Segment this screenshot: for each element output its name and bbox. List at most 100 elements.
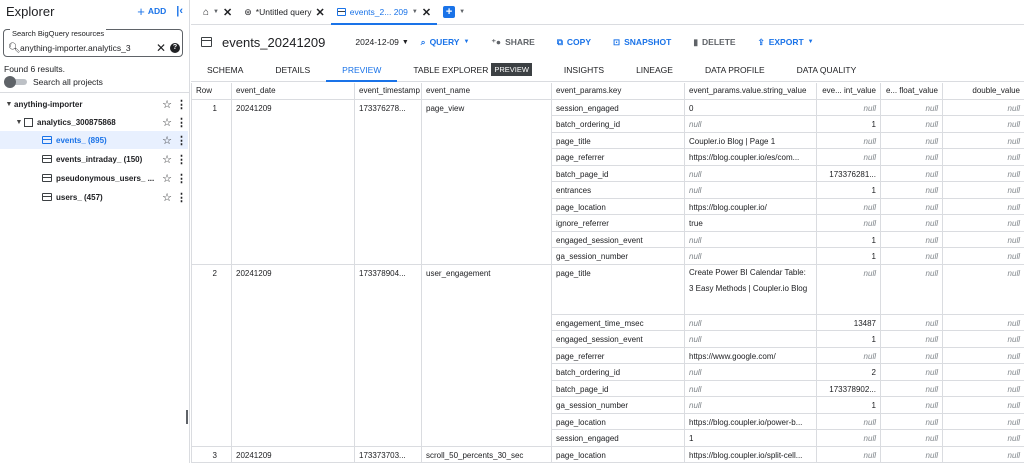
column-header[interactable]: event_params.value.string_value xyxy=(684,83,817,100)
param-string-cell[interactable]: https://blog.coupler.io/ xyxy=(684,197,817,215)
event-timestamp-cell-continuation[interactable] xyxy=(354,413,422,430)
star-icon[interactable]: ☆ xyxy=(160,191,174,204)
event-timestamp-cell-continuation[interactable] xyxy=(354,429,422,447)
table-row[interactable]: entrances null 1 null null xyxy=(191,181,1024,199)
row-number[interactable]: 3 xyxy=(191,445,232,463)
tab-data-profile[interactable]: DATA PROFILE xyxy=(689,58,781,81)
param-double-cell[interactable]: null xyxy=(942,363,1024,381)
param-double-cell[interactable]: null xyxy=(942,197,1024,215)
param-key-cell[interactable]: ignore_referrer xyxy=(551,214,685,232)
param-key-cell[interactable]: batch_page_id xyxy=(551,379,685,397)
tab-home[interactable]: ⌂ ▼ ✕ xyxy=(197,0,238,24)
copy-button[interactable]: ⧉ COPY xyxy=(557,37,591,48)
tree-item[interactable]: events_intraday_ (150) ☆ ⋮ xyxy=(0,150,188,168)
param-float-cell[interactable]: null xyxy=(880,412,943,430)
event-timestamp-cell-continuation[interactable] xyxy=(354,148,422,165)
event-timestamp-cell-continuation[interactable] xyxy=(354,214,422,231)
tree-item[interactable]: ▼ analytics_300875868 ☆ ⋮ xyxy=(0,113,188,131)
param-key-cell[interactable]: batch_ordering_id xyxy=(551,363,685,381)
search-field[interactable]: Search BigQuery resources 🔍︎ anything-im… xyxy=(3,29,183,57)
clear-icon[interactable]: ✕ xyxy=(156,41,166,55)
event-date-cell-continuation[interactable] xyxy=(231,214,355,231)
param-string-cell[interactable]: true xyxy=(684,214,817,232)
param-string-cell[interactable]: null xyxy=(684,363,817,381)
event-name-cell-continuation[interactable] xyxy=(421,396,552,413)
param-string-cell[interactable]: null xyxy=(684,330,817,348)
delete-button[interactable]: ▮ DELETE xyxy=(693,37,735,48)
row-number-continuation[interactable] xyxy=(191,413,232,430)
param-string-cell[interactable]: https://www.google.com/ xyxy=(684,346,817,364)
event-name-cell[interactable]: scroll_50_percents_30_sec xyxy=(421,445,552,463)
param-string-cell[interactable]: null xyxy=(684,379,817,397)
row-number-continuation[interactable] xyxy=(191,214,232,231)
param-double-cell[interactable]: null xyxy=(942,346,1024,364)
table-row[interactable]: batch_page_id null 173378902... null null xyxy=(191,379,1024,397)
param-float-cell[interactable]: null xyxy=(880,115,943,133)
event-name-cell[interactable]: user_engagement xyxy=(421,263,552,314)
event-name-cell[interactable]: page_view xyxy=(421,98,552,116)
event-date-cell-continuation[interactable] xyxy=(231,198,355,215)
param-int-cell[interactable]: null xyxy=(816,131,881,149)
table-row[interactable]: page_location https://blog.coupler.io/pow… xyxy=(191,412,1024,430)
param-float-cell[interactable]: null xyxy=(880,131,943,149)
param-string-cell[interactable]: 1 xyxy=(684,429,817,447)
column-header[interactable]: Row xyxy=(191,83,232,100)
tab-events-table[interactable]: events_2... 209 ▼ ✕ xyxy=(330,0,438,25)
param-int-cell[interactable]: null xyxy=(816,412,881,430)
event-date-cell-continuation[interactable] xyxy=(231,314,355,331)
event-timestamp-cell[interactable]: 173378904... xyxy=(354,263,422,314)
more-options-icon[interactable]: ⋮ xyxy=(174,116,188,129)
param-int-cell[interactable]: 1 xyxy=(816,230,881,248)
column-header[interactable]: e... float_value xyxy=(880,83,943,100)
event-timestamp-cell-continuation[interactable] xyxy=(354,115,422,132)
param-double-cell[interactable]: null xyxy=(942,181,1024,199)
event-name-cell-continuation[interactable] xyxy=(421,247,552,265)
event-timestamp-cell-continuation[interactable] xyxy=(354,165,422,182)
search-all-toggle[interactable] xyxy=(4,76,28,88)
param-float-cell[interactable]: null xyxy=(880,379,943,397)
param-int-cell[interactable]: 13487 xyxy=(816,313,881,331)
param-float-cell[interactable]: null xyxy=(880,330,943,348)
row-number-continuation[interactable] xyxy=(191,132,232,149)
row-number-continuation[interactable] xyxy=(191,314,232,331)
event-name-cell-continuation[interactable] xyxy=(421,214,552,231)
event-date-cell-continuation[interactable] xyxy=(231,330,355,347)
param-string-cell[interactable]: https://blog.coupler.io/power-b... xyxy=(684,412,817,430)
param-double-cell[interactable]: null xyxy=(942,313,1024,331)
event-name-cell-continuation[interactable] xyxy=(421,413,552,430)
param-int-cell[interactable]: 173378902... xyxy=(816,379,881,397)
param-double-cell[interactable]: null xyxy=(942,429,1024,447)
event-timestamp-cell-continuation[interactable] xyxy=(354,247,422,265)
search-all-projects[interactable]: Search all projects xyxy=(4,76,103,88)
event-name-cell-continuation[interactable] xyxy=(421,347,552,364)
param-string-cell[interactable]: null xyxy=(684,396,817,414)
event-name-cell-continuation[interactable] xyxy=(421,231,552,248)
param-key-cell[interactable]: engaged_session_event xyxy=(551,330,685,348)
event-timestamp-cell-continuation[interactable] xyxy=(354,314,422,331)
param-string-cell[interactable]: https://blog.coupler.io/split-cell... xyxy=(684,445,817,463)
table-row[interactable]: batch_ordering_id null 2 null null xyxy=(191,363,1024,381)
param-int-cell[interactable]: 173376281... xyxy=(816,164,881,182)
chevron-down-icon[interactable]: ▼ xyxy=(412,9,418,15)
param-double-cell[interactable]: null xyxy=(942,445,1024,463)
param-float-cell[interactable]: null xyxy=(880,247,943,265)
table-row[interactable]: page_referrer https://www.google.com/null… xyxy=(191,346,1024,364)
column-header[interactable]: event_date xyxy=(231,83,355,100)
param-string-cell[interactable]: null xyxy=(684,313,817,331)
param-key-cell[interactable]: page_location xyxy=(551,445,685,463)
param-float-cell[interactable]: null xyxy=(880,214,943,232)
star-icon[interactable]: ☆ xyxy=(160,153,174,166)
param-string-cell[interactable]: https://blog.coupler.io/es/com... xyxy=(684,148,817,166)
param-key-cell[interactable]: entrances xyxy=(551,181,685,199)
param-float-cell[interactable]: null xyxy=(880,181,943,199)
share-button[interactable]: ⁺● SHARE xyxy=(491,37,534,48)
param-int-cell[interactable]: 1 xyxy=(816,247,881,265)
chevron-down-icon[interactable]: ▼ xyxy=(459,9,465,15)
event-timestamp-cell-continuation[interactable] xyxy=(354,396,422,413)
row-number[interactable]: 2 xyxy=(191,263,232,314)
param-int-cell[interactable]: 1 xyxy=(816,396,881,414)
event-name-cell-continuation[interactable] xyxy=(421,148,552,165)
event-timestamp-cell[interactable]: 173373703... xyxy=(354,445,422,463)
star-icon[interactable]: ☆ xyxy=(160,134,174,147)
param-int-cell[interactable]: 2 xyxy=(816,363,881,381)
